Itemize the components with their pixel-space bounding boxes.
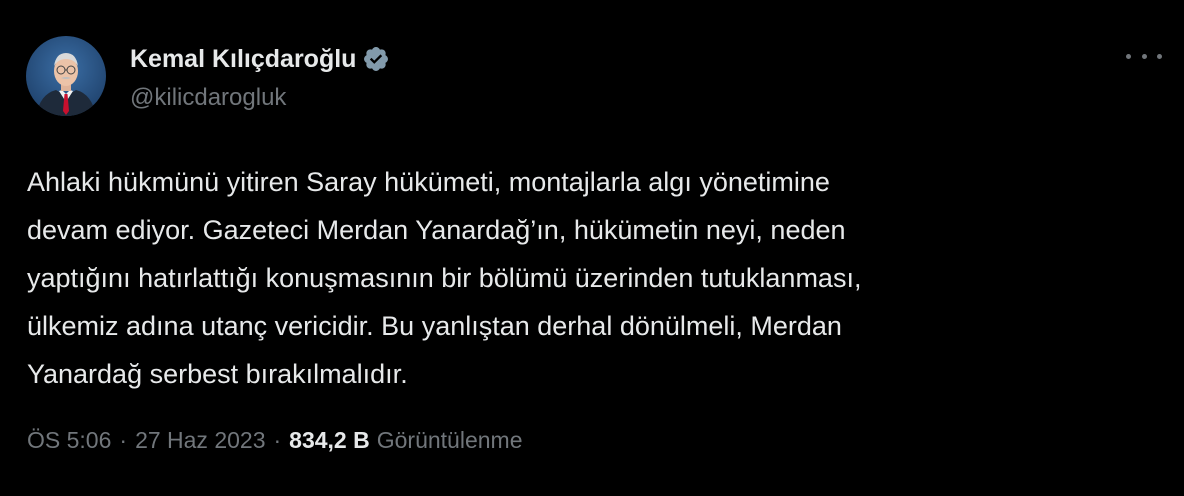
tweet-meta: ÖS 5:06 · 27 Haz 2023 · 834,2 B Görüntül… [27, 427, 522, 454]
meta-separator: · [273, 427, 282, 453]
avatar[interactable] [26, 36, 106, 116]
views-label[interactable]: Görüntülenme [377, 427, 523, 454]
meta-separator: · [119, 427, 128, 453]
name-row: Kemal Kılıçdaroğlu [130, 42, 390, 76]
more-dot [1126, 53, 1131, 59]
more-dot [1157, 53, 1162, 59]
more-dot [1141, 53, 1147, 59]
verified-badge-icon[interactable] [362, 45, 390, 73]
views-count[interactable]: 834,2 B [289, 427, 370, 454]
more-horizontal-icon[interactable] [1126, 46, 1162, 66]
author-info: Kemal Kılıçdaroğlu @kilicdarogluk [130, 42, 390, 112]
display-name[interactable]: Kemal Kılıçdaroğlu [130, 45, 356, 74]
author-handle[interactable]: @kilicdarogluk [130, 84, 390, 112]
tweet-time[interactable]: ÖS 5:06 [27, 427, 111, 454]
tweet-header: Kemal Kılıçdaroğlu @kilicdarogluk [26, 36, 390, 116]
tweet-date[interactable]: 27 Haz 2023 [135, 427, 265, 454]
tweet-text: Ahlaki hükmünü yitiren Saray hükümeti, m… [27, 167, 862, 389]
tweet-card[interactable]: Kemal Kılıçdaroğlu @kilicdarogluk Ahlaki… [0, 0, 1184, 496]
